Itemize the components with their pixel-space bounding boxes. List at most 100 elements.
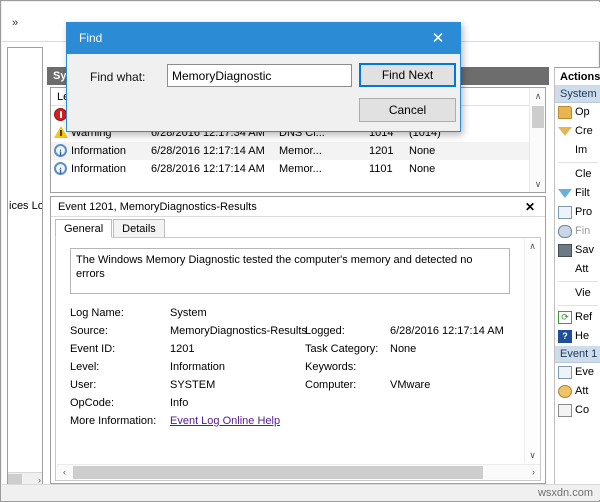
field-label-secondary: Logged: bbox=[305, 322, 345, 340]
save-icon bbox=[558, 244, 572, 257]
event-list-scroll-thumb[interactable] bbox=[532, 106, 544, 128]
tree-item-services-log[interactable]: ices Lo bbox=[8, 200, 43, 212]
properties-icon bbox=[558, 206, 572, 219]
field-value: Information bbox=[170, 358, 225, 376]
find-next-button[interactable]: Find Next bbox=[359, 63, 456, 87]
action-item-att[interactable]: Att bbox=[555, 382, 600, 401]
action-item-he[interactable]: ?He bbox=[555, 327, 600, 346]
find-dialog-close-icon[interactable]: ✕ bbox=[416, 23, 460, 54]
action-item-label: Vie bbox=[575, 287, 591, 299]
action-item-vie[interactable]: Vie bbox=[555, 284, 600, 303]
event-cell-source: Memor... bbox=[279, 142, 349, 160]
actions-panel: Actions System OpCreImCleFiltProFinSavAt… bbox=[554, 67, 600, 487]
find-dialog-body: Find what: Find Next Cancel bbox=[67, 54, 460, 131]
action-item-label: Filt bbox=[575, 187, 590, 199]
detail-hscroll-thumb[interactable] bbox=[73, 466, 483, 479]
action-item-cle[interactable]: Cle bbox=[555, 165, 600, 184]
actions-list-event: Eve Att Co bbox=[555, 363, 600, 420]
event-cell-level: Information bbox=[71, 142, 151, 160]
detail-hscroll-left-arrow-icon[interactable]: ‹ bbox=[57, 465, 72, 480]
event-cell-date: 6/28/2016 12:17:14 AM bbox=[151, 142, 276, 160]
event-properties-icon bbox=[558, 366, 572, 379]
action-item-filt[interactable]: Filt bbox=[555, 184, 600, 203]
actions-list-system: Op CreIm Cle Filt ProFin Sav Att Vie ⟳Ref?He bbox=[555, 103, 600, 346]
copy-icon bbox=[558, 404, 572, 417]
action-separator bbox=[558, 281, 598, 282]
scroll-up-arrow-icon[interactable]: ∧ bbox=[530, 88, 546, 104]
tab-details[interactable]: Details bbox=[113, 219, 165, 238]
detail-hscroll-right-arrow-icon[interactable]: › bbox=[526, 465, 541, 480]
field-value: MemoryDiagnostics-Results bbox=[170, 322, 307, 340]
action-item-op[interactable]: Op bbox=[555, 103, 600, 122]
event-detail-tabs: GeneralDetails bbox=[55, 219, 166, 238]
event-detail-general-tab-body: The Windows Memory Diagnostic tested the… bbox=[55, 237, 541, 481]
field-value-secondary: 6/28/2016 12:17:14 AM bbox=[390, 322, 504, 340]
event-cell-source: Memor... bbox=[279, 160, 349, 178]
event-detail-vertical-scrollbar[interactable]: ∧ ∨ bbox=[524, 239, 539, 463]
action-item-im[interactable]: Im bbox=[555, 141, 600, 160]
action-item-label: Sav bbox=[575, 244, 594, 256]
find-what-input[interactable] bbox=[167, 64, 352, 87]
event-list-vertical-scrollbar[interactable]: ∧ ∨ bbox=[529, 88, 545, 192]
open-folder-icon bbox=[558, 106, 572, 119]
cancel-button[interactable]: Cancel bbox=[359, 98, 456, 122]
action-item-label: Op bbox=[575, 106, 590, 118]
event-row[interactable]: Information6/28/2016 12:17:14 AMMemor...… bbox=[51, 142, 529, 160]
action-item-ref[interactable]: ⟳Ref bbox=[555, 308, 600, 327]
field-label: Source: bbox=[70, 322, 108, 340]
action-item-label: Att bbox=[575, 263, 588, 275]
event-detail-close-icon[interactable]: ✕ bbox=[523, 201, 537, 215]
field-label: Level: bbox=[70, 358, 99, 376]
more-information-row: More Information:Event Log Online Help bbox=[70, 412, 522, 430]
console-tree-panel[interactable]: ices Lo › bbox=[7, 47, 43, 487]
find-dialog: Find ✕ Find what: Find Next Cancel bbox=[66, 22, 461, 132]
event-cell-level: Information bbox=[71, 160, 151, 178]
detail-scroll-up-arrow-icon[interactable]: ∧ bbox=[525, 239, 540, 254]
field-label-secondary: Task Category: bbox=[305, 340, 378, 358]
event-field-row: Log Name:System bbox=[70, 304, 522, 322]
action-item-eve[interactable]: Eve bbox=[555, 363, 600, 382]
find-dialog-titlebar[interactable]: Find ✕ bbox=[67, 23, 460, 54]
window-frame: » ices Lo › Syst Lev EWarning6/28/2016 1… bbox=[0, 0, 600, 502]
action-item-co[interactable]: Co bbox=[555, 401, 600, 420]
action-item-label: Ref bbox=[575, 311, 592, 323]
scroll-down-arrow-icon[interactable]: ∨ bbox=[530, 176, 546, 192]
field-value: 1201 bbox=[170, 340, 194, 358]
event-cell-task: None bbox=[409, 160, 499, 178]
attach-task-icon bbox=[558, 385, 572, 398]
watermark-text: wsxdn.com bbox=[538, 487, 593, 499]
event-field-row: Source: MemoryDiagnostics-ResultsLogged: 6… bbox=[70, 322, 522, 340]
event-field-row: OpCode:Info bbox=[70, 394, 522, 412]
action-item-cre[interactable]: Cre bbox=[555, 122, 600, 141]
information-icon bbox=[54, 162, 67, 175]
field-label: User: bbox=[70, 376, 96, 394]
toolbar-overflow-chevron-icon[interactable]: » bbox=[12, 18, 18, 29]
actions-group-event: Event 1 bbox=[555, 346, 600, 363]
event-message-text: The Windows Memory Diagnostic tested the… bbox=[70, 248, 510, 294]
find-dialog-title: Find bbox=[79, 31, 102, 45]
filter-icon bbox=[558, 189, 572, 198]
field-label-secondary: Keywords: bbox=[305, 358, 356, 376]
action-item-label: Cle bbox=[575, 168, 592, 180]
action-item-att[interactable]: Att bbox=[555, 260, 600, 279]
event-row[interactable]: Information6/28/2016 12:17:14 AMMemor...… bbox=[51, 160, 529, 178]
event-field-row: User:SYSTEMComputer:VMware bbox=[70, 376, 522, 394]
action-item-pro[interactable]: Pro bbox=[555, 203, 600, 222]
detail-scroll-down-arrow-icon[interactable]: ∨ bbox=[525, 448, 540, 463]
create-custom-view-icon bbox=[558, 127, 572, 136]
event-detail-panel: Event 1201, MemoryDiagnostics-Results ✕ … bbox=[50, 196, 546, 484]
find-what-label: Find what: bbox=[90, 70, 145, 84]
event-cell-event_id: 1201 bbox=[369, 142, 409, 160]
event-viewer-window: » ices Lo › Syst Lev EWarning6/28/2016 1… bbox=[0, 0, 600, 502]
event-detail-horizontal-scrollbar[interactable]: ‹ › bbox=[57, 464, 541, 479]
tab-general[interactable]: General bbox=[55, 219, 112, 238]
action-separator bbox=[558, 162, 598, 163]
action-item-sav[interactable]: Sav bbox=[555, 241, 600, 260]
event-cell-date: 6/28/2016 12:17:14 AM bbox=[151, 160, 276, 178]
event-log-online-help-link[interactable]: Event Log Online Help bbox=[170, 412, 280, 430]
action-item-label: Co bbox=[575, 404, 589, 416]
action-item-label: Att bbox=[575, 385, 588, 397]
field-value: Info bbox=[170, 394, 188, 412]
field-value: SYSTEM bbox=[170, 376, 215, 394]
action-item-fin: Fin bbox=[555, 222, 600, 241]
